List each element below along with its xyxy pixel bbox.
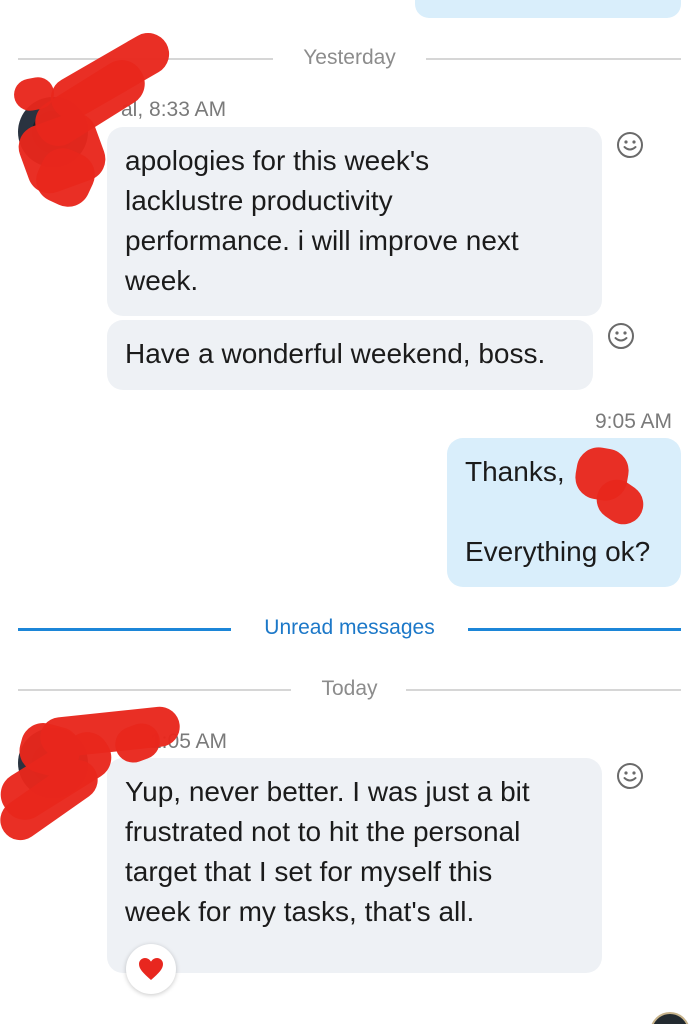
chat-screen: Yesterday al, 8:33 AM apologies for this… <box>0 0 699 1024</box>
date-divider-today: Today <box>18 674 681 704</box>
message-text-line: week. <box>125 265 199 296</box>
outgoing-message-bubble[interactable]: Thanks, Everything ok? <box>447 438 681 587</box>
message-text-line: Yup, never better. I was just a bit <box>125 776 530 807</box>
previous-outgoing-message-bubble[interactable] <box>415 0 681 18</box>
message-text-line: performance. i will improve next <box>125 225 519 256</box>
smiley-face-icon[interactable] <box>616 131 644 159</box>
message-time: 9:05 AM <box>595 410 673 433</box>
message-sender-time: al, 8:33 AM <box>121 98 227 121</box>
smiley-face-icon[interactable] <box>607 322 635 350</box>
message-text-line: lacklustre productivity <box>125 185 393 216</box>
unread-messages-divider: Unread messages <box>18 613 681 643</box>
incoming-message-bubble[interactable]: apologies for this week's lacklustre pro… <box>107 127 602 316</box>
message-text-line: frustrated not to hit the personal <box>125 816 521 847</box>
incoming-message-bubble[interactable]: Have a wonderful weekend, boss. <box>107 320 593 390</box>
message-text-line: Have a wonderful weekend, boss. <box>125 338 546 369</box>
incoming-message-bubble[interactable]: Yup, never better. I was just a bit frus… <box>107 758 602 973</box>
message-text-line: target that I set for myself this <box>125 856 493 887</box>
divider-line <box>468 628 681 631</box>
smiley-face-icon[interactable] <box>616 762 644 790</box>
heart-reaction-button[interactable] <box>126 944 176 994</box>
message-text-line: week for my tasks, that's all. <box>125 896 475 927</box>
message-text-line: Everything ok? <box>465 536 651 567</box>
message-text-line: apologies for this week's <box>125 145 430 176</box>
divider-line <box>406 689 681 691</box>
divider-line <box>426 58 681 60</box>
read-receipt-avatar <box>650 1012 690 1024</box>
heart-icon <box>139 958 163 980</box>
